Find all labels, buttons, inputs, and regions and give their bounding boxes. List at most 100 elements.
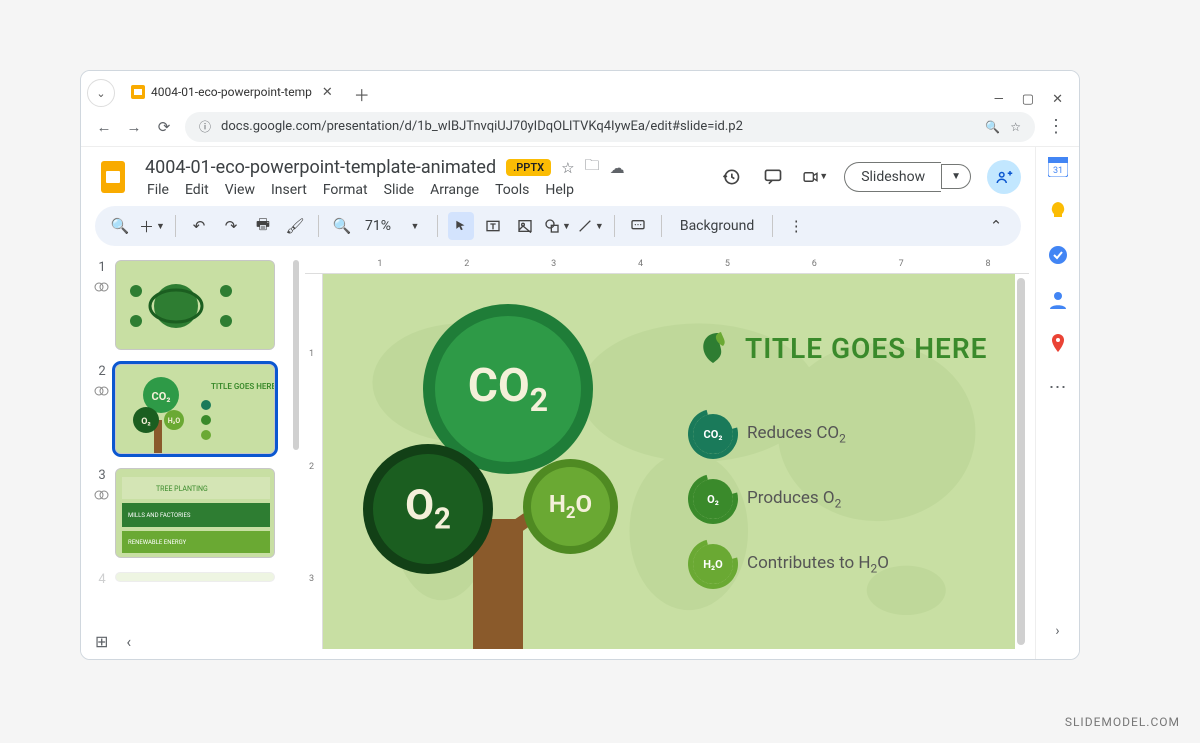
maps-icon[interactable]: [1048, 333, 1068, 353]
toolbar: 🔍 ＋▼ ↶ ↷ 🖶 🖌 🔍 71% ▼ ▼ ▼ Ba: [95, 206, 1021, 246]
slide-canvas[interactable]: CO2 O2 H2O: [323, 274, 1015, 649]
url-text: docs.google.com/presentation/d/1b_wIBJTn…: [221, 119, 743, 134]
comments-icon[interactable]: [760, 164, 786, 190]
svg-text:H₂O: H₂O: [168, 417, 181, 425]
shape-button[interactable]: ▼: [544, 212, 571, 240]
animation-indicator-icon: [94, 487, 110, 503]
bubble-h2o: H2O: [523, 459, 618, 554]
ruler-vertical: 123: [305, 274, 323, 649]
menu-slide[interactable]: Slide: [384, 182, 414, 198]
star-icon[interactable]: ☆: [561, 159, 574, 177]
menu-file[interactable]: File: [147, 182, 169, 198]
window-controls: — ▢ ✕: [994, 92, 1073, 107]
svg-text:31: 31: [1052, 166, 1062, 176]
background-button[interactable]: Background: [672, 218, 762, 234]
chip-co2: CO₂: [693, 414, 733, 454]
close-window-icon[interactable]: ✕: [1052, 92, 1063, 107]
cloud-status-icon[interactable]: ☁: [610, 159, 625, 177]
redo-button[interactable]: ↷: [218, 212, 244, 240]
slide-thumbnail-2[interactable]: CO₂ O₂ H₂O TITLE GOES HERE: [115, 364, 275, 454]
version-history-icon[interactable]: [718, 164, 744, 190]
new-slide-button[interactable]: ＋▼: [139, 212, 165, 240]
svg-text:TITLE GOES HERE: TITLE GOES HERE: [211, 382, 275, 391]
slideshow-button[interactable]: Slideshow: [844, 162, 941, 192]
menu-view[interactable]: View: [225, 182, 255, 198]
contacts-icon[interactable]: [1048, 289, 1068, 309]
prev-slide-icon[interactable]: ‹: [126, 632, 131, 651]
search-menus-button[interactable]: 🔍: [107, 212, 133, 240]
site-info-icon[interactable]: ⓘ: [199, 118, 211, 135]
menu-format[interactable]: Format: [323, 182, 368, 198]
slide-number: 1: [98, 260, 105, 275]
paint-format-button[interactable]: 🖌: [282, 212, 308, 240]
slide-item-2: O₂ Produces O2: [693, 479, 841, 519]
tab-close-icon[interactable]: ✕: [322, 85, 333, 100]
browser-tabstrip: ⌄ 4004-01-eco-powerpoint-temp ✕ ＋ — ▢ ✕: [81, 71, 1079, 107]
slideshow-button-group: Slideshow ▼: [844, 162, 971, 192]
keep-icon[interactable]: [1048, 201, 1068, 221]
move-icon[interactable]: 🗀: [585, 155, 600, 180]
browser-menu-icon[interactable]: ⋮: [1047, 116, 1065, 137]
new-tab-button[interactable]: ＋: [349, 81, 375, 107]
slide-thumbnail-4[interactable]: [115, 572, 275, 582]
reload-icon[interactable]: ⟳: [155, 118, 173, 136]
slide-title: TITLE GOES HERE: [745, 332, 987, 365]
filmstrip: 1 2 CO₂ O₂ H₂O TITLE GOES HERE: [87, 256, 287, 649]
pptx-badge: .PPTX: [506, 159, 551, 176]
tasks-icon[interactable]: [1048, 245, 1068, 265]
canvas-scrollbar[interactable]: [1017, 278, 1025, 645]
calendar-icon[interactable]: 31: [1048, 157, 1068, 177]
zoom-indicator-icon[interactable]: 🔍: [985, 120, 1000, 134]
textbox-button[interactable]: [480, 212, 506, 240]
zoom-tool-button[interactable]: 🔍: [329, 212, 355, 240]
more-tools-button[interactable]: ⋮: [783, 212, 809, 240]
menu-insert[interactable]: Insert: [271, 182, 307, 198]
slide-content: CO2 O2 H2O: [323, 274, 1015, 649]
watermark: SLIDEMODEL.COM: [1065, 715, 1180, 729]
undo-button[interactable]: ↶: [186, 212, 212, 240]
svg-text:CO₂: CO₂: [152, 390, 171, 403]
image-button[interactable]: [512, 212, 538, 240]
slideshow-dropdown[interactable]: ▼: [941, 164, 971, 189]
url-input[interactable]: ⓘ docs.google.com/presentation/d/1b_wIBJ…: [185, 112, 1035, 142]
bookmark-icon[interactable]: ☆: [1010, 120, 1021, 134]
ruler-horizontal: 12345678: [305, 256, 1029, 274]
hide-side-panel-icon[interactable]: ›: [1055, 623, 1059, 649]
chip-o2: O₂: [693, 479, 733, 519]
menu-edit[interactable]: Edit: [185, 182, 209, 198]
print-button[interactable]: 🖶: [250, 212, 276, 240]
minimize-icon[interactable]: —: [994, 92, 1004, 107]
slide-number: 4: [98, 572, 105, 587]
line-button[interactable]: ▼: [577, 212, 604, 240]
doc-header: 4004-01-eco-powerpoint-template-animated…: [81, 147, 1035, 200]
meet-icon[interactable]: ▼: [802, 164, 828, 190]
svg-text:O₂: O₂: [141, 417, 151, 427]
grid-view-icon[interactable]: ⊞: [95, 632, 108, 651]
side-panel: 31 ⋯ ›: [1035, 147, 1079, 659]
svg-text:TREE PLANTING: TREE PLANTING: [156, 485, 208, 493]
slide-thumbnail-1[interactable]: [115, 260, 275, 350]
menu-arrange[interactable]: Arrange: [430, 182, 479, 198]
menu-help[interactable]: Help: [545, 182, 574, 198]
slide-number: 2: [98, 364, 105, 379]
doc-title[interactable]: 4004-01-eco-powerpoint-template-animated: [145, 157, 496, 178]
slide-thumbnail-3[interactable]: TREE PLANTINGMILLS AND FACTORIESRENEWABL…: [115, 468, 275, 558]
filmstrip-footer: ⊞ ‹: [95, 632, 131, 651]
forward-icon[interactable]: →: [125, 118, 143, 136]
comment-button[interactable]: [625, 212, 651, 240]
menu-tools[interactable]: Tools: [495, 182, 529, 198]
browser-tab[interactable]: 4004-01-eco-powerpoint-temp ✕: [121, 77, 343, 107]
filmstrip-scrollbar[interactable]: [293, 260, 299, 450]
back-icon[interactable]: ←: [95, 118, 113, 136]
share-button[interactable]: [987, 160, 1021, 194]
google-slides-app: 4004-01-eco-powerpoint-template-animated…: [81, 147, 1079, 659]
tab-search-button[interactable]: ⌄: [87, 79, 115, 107]
zoom-level[interactable]: 71%: [361, 218, 395, 234]
select-tool-button[interactable]: [448, 212, 474, 240]
maximize-icon[interactable]: ▢: [1022, 92, 1034, 107]
zoom-dropdown[interactable]: ▼: [401, 212, 427, 240]
tab-title: 4004-01-eco-powerpoint-temp: [151, 85, 312, 99]
chip-h2o: H₂O: [693, 544, 733, 584]
hide-menus-button[interactable]: ⌃: [983, 212, 1009, 240]
addons-icon[interactable]: ⋯: [1049, 377, 1067, 398]
